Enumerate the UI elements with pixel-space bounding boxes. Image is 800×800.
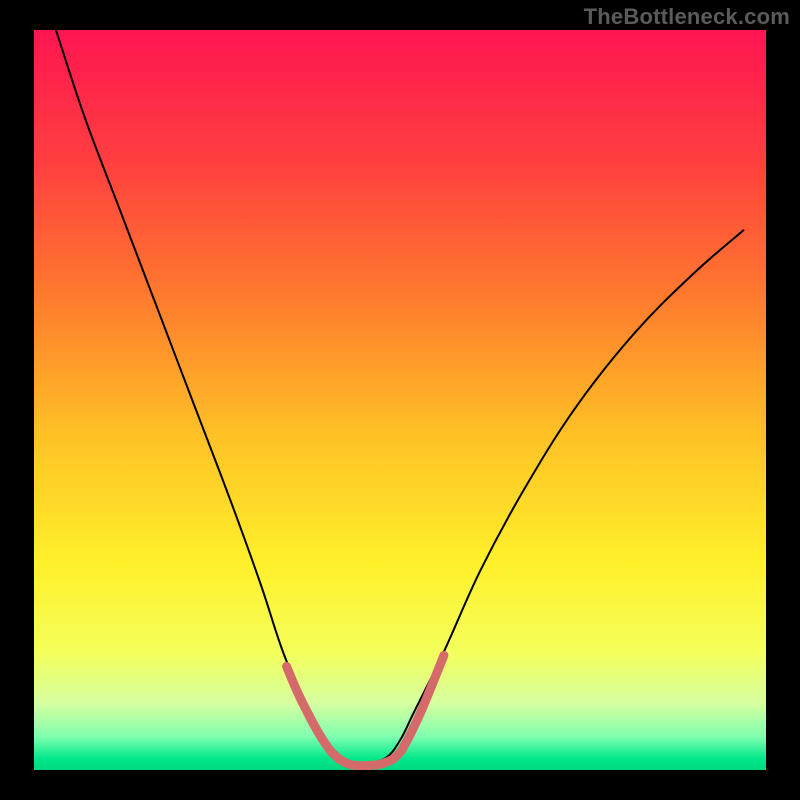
watermark-text: TheBottleneck.com [584, 4, 790, 30]
chart-stage: TheBottleneck.com [0, 0, 800, 800]
chart-background-gradient [34, 30, 766, 770]
bottleneck-chart [0, 0, 800, 800]
